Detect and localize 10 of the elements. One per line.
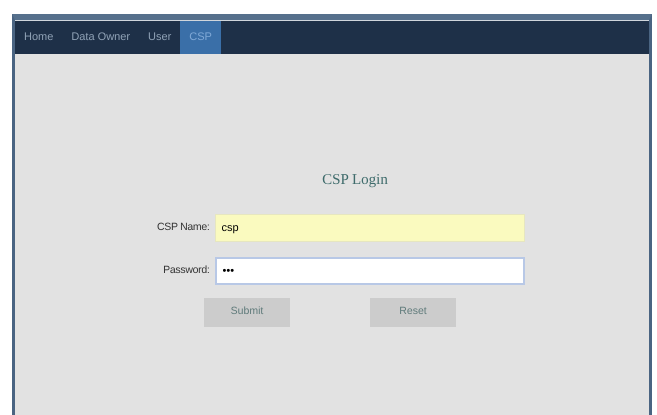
field-label: CSP Name: xyxy=(156,220,210,235)
submit-button[interactable]: Submit xyxy=(204,298,290,326)
field-label: Password: xyxy=(162,262,210,278)
nav-tab[interactable]: Home xyxy=(15,21,62,54)
input-field[interactable]: ••• xyxy=(214,256,524,284)
form-title: CSP Login xyxy=(322,171,388,190)
reset-button[interactable]: Reset xyxy=(370,298,456,326)
nav-tab[interactable]: Data Owner xyxy=(62,21,140,54)
nav-tab[interactable]: User xyxy=(139,21,180,54)
input-field[interactable]: csp xyxy=(214,214,524,242)
